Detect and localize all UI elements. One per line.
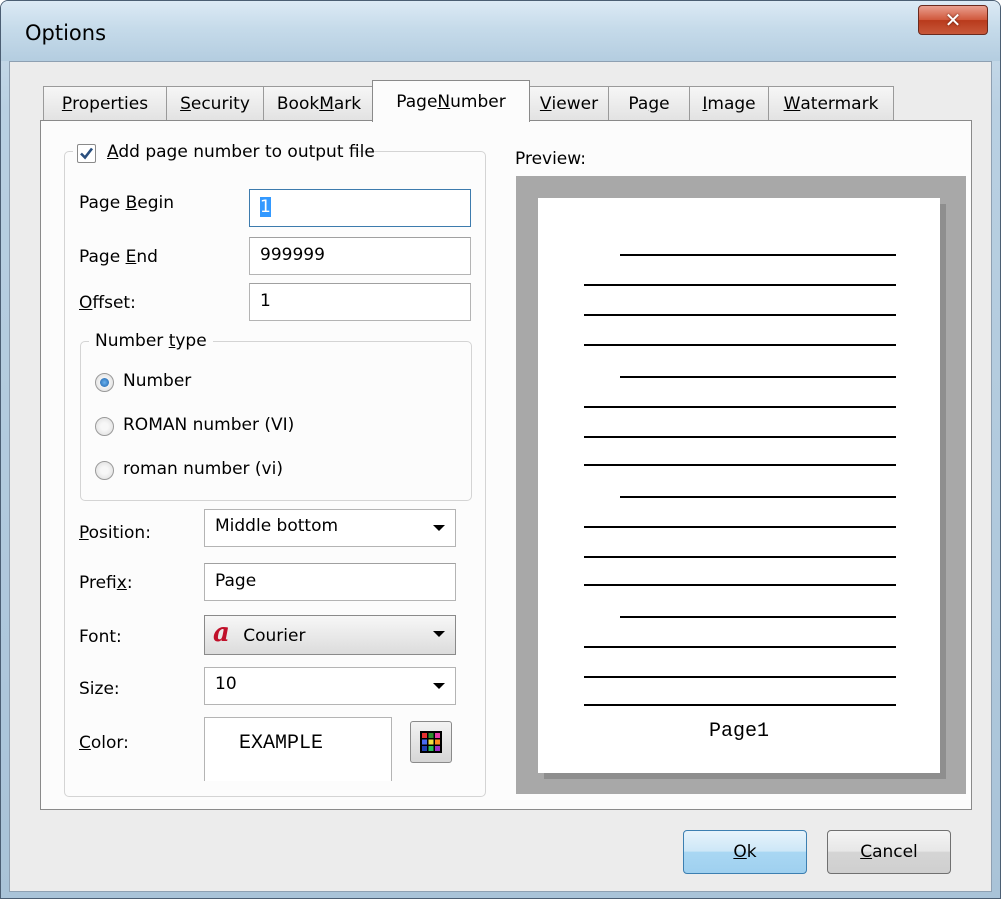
preview-text-line (584, 344, 896, 346)
preview-text-line (584, 406, 896, 408)
prefix-label: Prefix: (79, 573, 133, 593)
page-begin-input[interactable]: 1 (249, 189, 471, 227)
options-dialog: Options ✕ Properties Security Book Mark P… (0, 0, 1001, 899)
title-bar[interactable]: Options ✕ (1, 1, 1000, 61)
preview-text-line (584, 436, 896, 438)
preview-text-line (584, 314, 896, 316)
font-icon: a (213, 618, 230, 648)
radio-roman-lower[interactable] (95, 461, 114, 480)
preview-text-line (620, 376, 896, 378)
chevron-down-icon (433, 631, 445, 637)
preview-text-line (620, 496, 896, 498)
preview-text-line (620, 254, 896, 256)
page-begin-label: Page Begin (79, 193, 174, 213)
position-label: Position: (79, 523, 151, 543)
tab-page[interactable]: Pa g e (608, 86, 690, 121)
preview-text-line (584, 526, 896, 528)
tab-viewer[interactable]: Viewer (529, 86, 609, 121)
preview-text-line (584, 284, 896, 286)
size-select[interactable]: 10 (204, 667, 456, 705)
color-picker-button[interactable] (410, 721, 452, 763)
add-page-number-checkbox[interactable] (77, 144, 96, 163)
chevron-down-icon (433, 683, 445, 689)
close-button[interactable]: ✕ (918, 5, 988, 35)
number-type-legend: Number type (89, 331, 213, 351)
preview-text-line (584, 584, 896, 586)
add-page-number-label[interactable]: Add page number to output file (107, 142, 375, 162)
color-sample-text: EXAMPLE (239, 732, 324, 755)
radio-number-label[interactable]: Number (123, 371, 191, 391)
preview-frame: Page1 (516, 176, 966, 794)
tab-image[interactable]: Image (689, 86, 769, 121)
color-sample-box: EXAMPLE (204, 717, 392, 781)
radio-roman-lower-label[interactable]: roman number (vi) (123, 459, 283, 479)
preview-text-line (620, 616, 896, 618)
dialog-client-area: Properties Security Book Mark Page Number… (9, 61, 992, 892)
position-select[interactable]: Middle bottom (204, 509, 456, 547)
preview-text-line (584, 704, 896, 706)
page-number-panel: Add page number to output file Page Begi… (40, 120, 972, 810)
offset-input[interactable]: 1 (249, 283, 471, 321)
font-label: Font: (79, 627, 122, 647)
prefix-input[interactable]: Page (204, 563, 456, 601)
preview-label: Preview: (515, 149, 586, 169)
font-select[interactable]: a Courier (204, 615, 456, 655)
ok-button[interactable]: Ok (683, 830, 807, 874)
page-end-input[interactable]: 999999 (249, 237, 471, 275)
preview-page-number: Page1 (708, 720, 769, 743)
color-grid-icon (420, 731, 442, 753)
page-end-label: Page End (79, 247, 158, 267)
size-label: Size: (79, 679, 120, 699)
preview-page: Page1 (538, 198, 940, 773)
preview-text-line (584, 676, 896, 678)
window-title: Options (25, 21, 107, 45)
color-label: Color: (79, 733, 129, 753)
checkmark-icon (80, 147, 94, 160)
preview-text-line (584, 464, 896, 466)
add-page-number-row: Add page number to output file (73, 139, 375, 167)
tab-bookmark[interactable]: Book Mark (263, 86, 375, 121)
preview-text-line (584, 646, 896, 648)
close-icon: ✕ (944, 8, 962, 32)
tab-watermark[interactable]: Watermark (768, 86, 894, 121)
offset-label: Offset: (79, 293, 136, 313)
radio-number[interactable] (95, 373, 114, 392)
tab-page-number[interactable]: Page Number (372, 80, 530, 122)
tab-properties[interactable]: Properties (43, 86, 167, 121)
chevron-down-icon (433, 525, 445, 531)
preview-text-line (584, 556, 896, 558)
cancel-button[interactable]: Cancel (827, 830, 951, 874)
tab-security[interactable]: Security (166, 86, 264, 121)
radio-roman-upper-label[interactable]: ROMAN number (VI) (123, 415, 294, 435)
radio-roman-upper[interactable] (95, 417, 114, 436)
